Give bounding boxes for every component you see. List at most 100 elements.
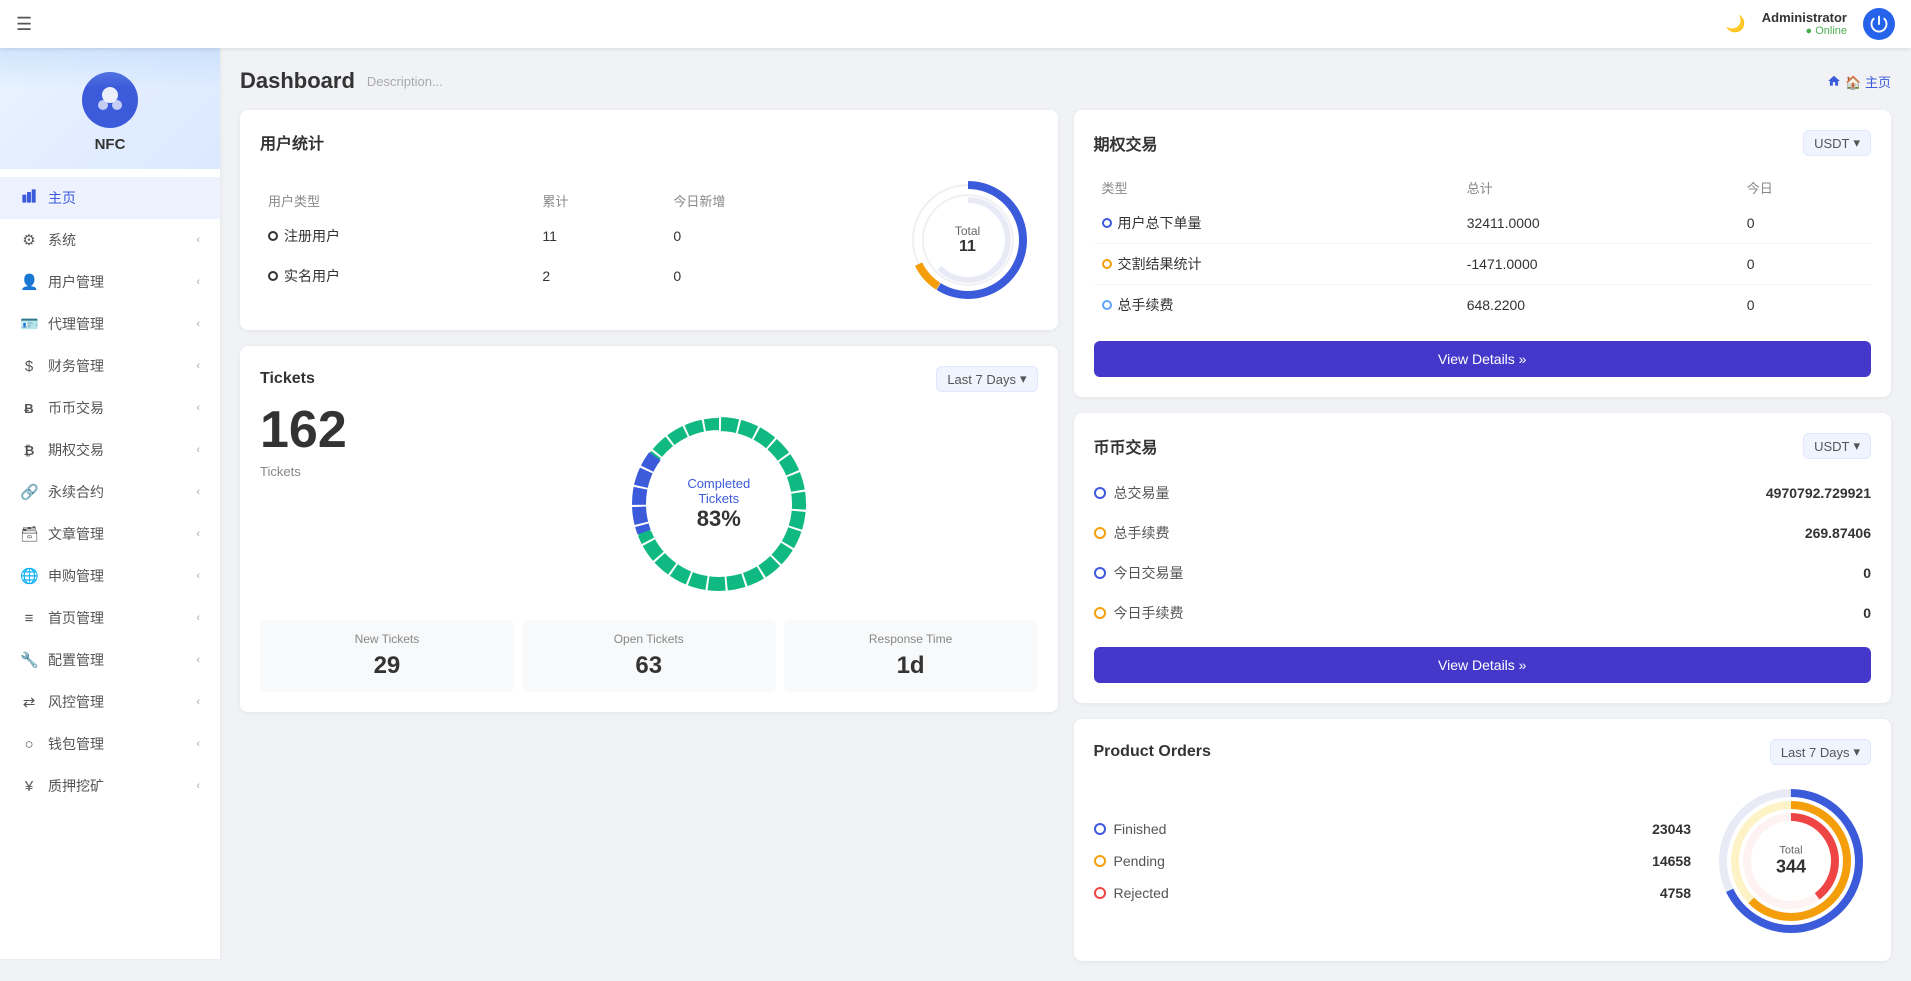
sidebar-logo-text: NFC: [95, 136, 126, 153]
breadcrumb-label: 🏠 主页: [1845, 72, 1891, 91]
sidebar-item-label-system: 系统: [48, 230, 76, 250]
chevron-icon-user-mgmt: ‹: [196, 276, 200, 288]
futures-dropdown[interactable]: USDT ▾: [1803, 130, 1871, 156]
completed-tickets-value: 83%: [669, 506, 769, 532]
right-column: 期权交易 USDT ▾ 类型 总计 今日: [1074, 110, 1892, 961]
sidebar-item-homepage[interactable]: ≡ 首页管理 ‹: [0, 597, 220, 639]
sidebar-item-user-mgmt[interactable]: 👤 用户管理 ‹: [0, 261, 220, 303]
chevron-icon-finance: ‹: [196, 360, 200, 372]
chevron-icon-perpetual: ‹: [196, 486, 200, 498]
sidebar-item-label-agent-mgmt: 代理管理: [48, 314, 104, 334]
chevron-down-icon-futures: ▾: [1853, 135, 1860, 151]
tickets-card: Tickets Last 7 Days ▾ 162 Tickets: [240, 346, 1058, 712]
product-orders-dropdown[interactable]: Last 7 Days ▾: [1770, 739, 1871, 765]
sidebar-item-purchase[interactable]: 🌐 申购管理 ‹: [0, 555, 220, 597]
chevron-icon-purchase: ‹: [196, 570, 200, 582]
sidebar-item-label-mining: 质押挖矿: [48, 776, 104, 796]
chevron-icon-wallet: ‹: [196, 738, 200, 750]
power-button[interactable]: [1863, 8, 1895, 40]
dot-orange: [268, 271, 278, 281]
coin-value-1: 4970792.729921: [1766, 485, 1871, 501]
tickets-big-number: 162: [260, 404, 380, 456]
col-type: 用户类型: [260, 185, 534, 216]
finance-icon: $: [20, 358, 38, 375]
top-bar: ☰ 🌙 Administrator ● Online: [0, 0, 1911, 48]
coin-trading-card: 币币交易 USDT ▾ 总交易量 4970792.729921 总手续费: [1074, 413, 1892, 703]
sidebar-item-label-articles: 文章管理: [48, 524, 104, 544]
sidebar-item-articles[interactable]: 🗃 文章管理 ‹: [0, 513, 220, 555]
sidebar-logo: NFC: [0, 48, 220, 169]
dot-blue: [268, 231, 278, 241]
product-total-label: Total: [1776, 845, 1806, 857]
futures-trading-card: 期权交易 USDT ▾ 类型 总计 今日: [1074, 110, 1892, 397]
tickets-dropdown[interactable]: Last 7 Days ▾: [936, 366, 1037, 392]
sidebar-item-config[interactable]: 🔧 配置管理 ‹: [0, 639, 220, 681]
chevron-icon-homepage: ‹: [196, 612, 200, 624]
theme-toggle-icon[interactable]: 🌙: [1726, 14, 1746, 34]
user-stats-header: 用户统计: [260, 130, 1038, 154]
list-item: 今日手续费 0: [1094, 595, 1872, 631]
legend-dot-pending: [1094, 855, 1106, 867]
sidebar-item-futures[interactable]: ₿ 期权交易 ‹: [0, 429, 220, 471]
list-item: Pending 14658: [1094, 845, 1692, 877]
coin-trading-header: 币币交易 USDT ▾: [1094, 433, 1872, 459]
coin-value-3: 0: [1863, 565, 1871, 581]
coin-trade-icon: Ƀ: [20, 401, 38, 416]
home-icon: [20, 188, 38, 208]
registered-cumulative: 11: [534, 216, 665, 256]
legend-label-finished: Finished: [1114, 821, 1167, 837]
coin-trading-items: 总交易量 4970792.729921 总手续费 269.87406 今日交易量…: [1094, 475, 1872, 631]
sidebar-item-coin-trade[interactable]: Ƀ 币币交易 ‹: [0, 387, 220, 429]
futures-table: 类型 总计 今日 用户总下单量 32411.0000 0: [1094, 172, 1872, 325]
futures-view-details-button[interactable]: View Details »: [1094, 341, 1872, 377]
sidebar-item-perpetual[interactable]: 🔗 永续合约 ‹: [0, 471, 220, 513]
futures-row2-total: -1471.0000: [1459, 244, 1739, 285]
response-time-stat: Response Time 1d: [784, 620, 1038, 692]
homepage-icon: ≡: [20, 610, 38, 627]
new-tickets-label: New Tickets: [272, 632, 502, 646]
sidebar-item-finance[interactable]: $ 财务管理 ‹: [0, 345, 220, 387]
sidebar-item-label-perpetual: 永续合约: [48, 482, 104, 502]
product-total-value: 344: [1776, 857, 1806, 878]
coin-view-details-button[interactable]: View Details »: [1094, 647, 1872, 683]
sidebar-item-label-risk: 风控管理: [48, 692, 104, 712]
tickets-big-label: Tickets: [260, 464, 380, 479]
user-status: ● Online: [1762, 25, 1847, 38]
sidebar-item-label-purchase: 申购管理: [48, 566, 104, 586]
product-orders-donut: Total 344: [1711, 781, 1871, 941]
sidebar-item-wallet[interactable]: ○ 钱包管理 ‹: [0, 723, 220, 765]
futures-row1-today: 0: [1739, 203, 1871, 244]
trading-dot-light-blue: [1102, 300, 1112, 310]
sidebar-item-label-homepage: 首页管理: [48, 608, 104, 628]
chevron-icon-risk: ‹: [196, 696, 200, 708]
coin-trading-title: 币币交易: [1094, 434, 1158, 458]
futures-col-today: 今日: [1739, 172, 1871, 203]
response-time-value: 1d: [796, 652, 1026, 680]
open-tickets-value: 63: [534, 652, 764, 680]
tickets-stats: New Tickets 29 Open Tickets 63 Response …: [260, 620, 1038, 692]
user-stats-card: 用户统计 用户类型 累计 今日新增: [240, 110, 1058, 330]
coin-trading-dropdown[interactable]: USDT ▾: [1803, 433, 1871, 459]
sidebar-item-mining[interactable]: ¥ 质押挖矿 ‹: [0, 765, 220, 807]
product-orders-title: Product Orders: [1094, 743, 1211, 761]
coin-label-4: 今日手续费: [1114, 603, 1856, 623]
dashboard-grid: 用户统计 用户类型 累计 今日新增: [240, 110, 1891, 961]
top-bar-right: 🌙 Administrator ● Online: [1726, 8, 1895, 40]
futures-row1-total: 32411.0000: [1459, 203, 1739, 244]
user-info: Administrator ● Online: [1762, 10, 1847, 39]
product-donut-center: Total 344: [1776, 845, 1806, 878]
main-content: Dashboard Description... 🏠 主页 用户统计: [220, 48, 1911, 981]
hamburger-menu[interactable]: ☰: [16, 14, 32, 35]
list-item: 今日交易量 0: [1094, 555, 1872, 591]
coin-value-2: 269.87406: [1805, 525, 1871, 541]
sidebar-item-risk[interactable]: ⇄ 风控管理 ‹: [0, 681, 220, 723]
table-row: 注册用户 11 0: [260, 216, 878, 256]
breadcrumb[interactable]: 🏠 主页: [1827, 72, 1891, 91]
left-column: 用户统计 用户类型 累计 今日新增: [240, 110, 1058, 961]
sidebar-item-agent-mgmt[interactable]: 🪪 代理管理 ‹: [0, 303, 220, 345]
sidebar-item-system[interactable]: ⚙ 系统 ‹: [0, 219, 220, 261]
chevron-icon-agent-mgmt: ‹: [196, 318, 200, 330]
sidebar-item-label-wallet: 钱包管理: [48, 734, 104, 754]
list-item: Rejected 4758: [1094, 877, 1692, 909]
sidebar-item-home[interactable]: 主页: [0, 177, 220, 219]
